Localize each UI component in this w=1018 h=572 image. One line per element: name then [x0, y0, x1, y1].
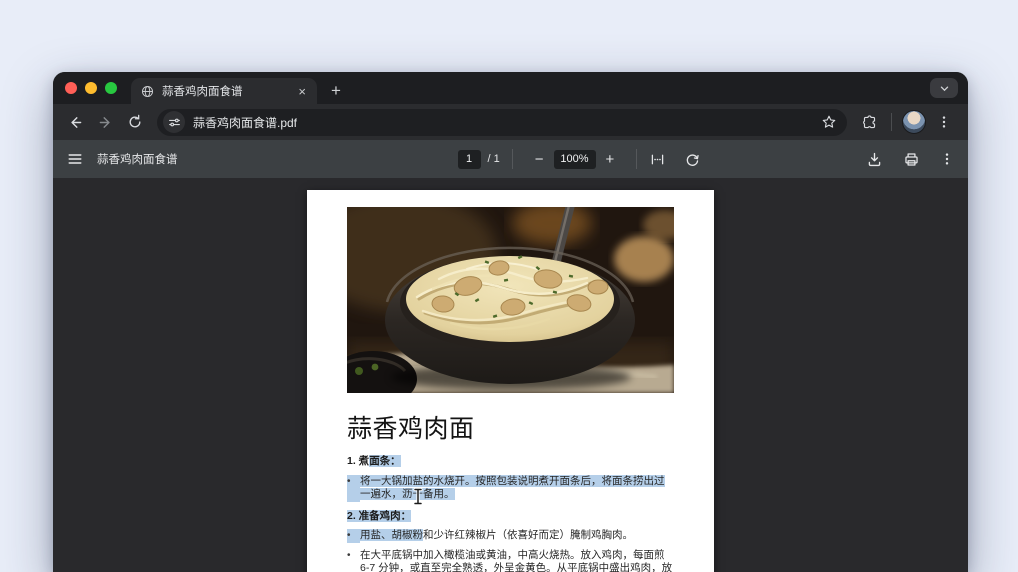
bullet-marker: •	[347, 475, 360, 502]
text-segment: 和少许红辣椒片（依喜好而定）腌制鸡胸肉。	[423, 529, 633, 541]
tab-strip: 蒜香鸡肉面食谱 × +	[53, 72, 968, 104]
kebab-menu-icon	[940, 152, 954, 166]
forward-arrow-icon	[97, 114, 114, 131]
window-controls	[53, 72, 131, 104]
reload-button[interactable]	[121, 108, 149, 136]
rotate-icon	[684, 151, 701, 168]
bullet-text: 在大平底锅中加入橄榄油或黄油，中高火烧热。放入鸡肉，每面煎 6-7 分钟，或直至…	[360, 549, 674, 572]
back-button[interactable]	[61, 108, 89, 136]
download-icon	[866, 151, 883, 168]
pdf-toolbar-divider	[636, 149, 637, 169]
profile-avatar	[902, 110, 926, 134]
puzzle-icon	[861, 114, 878, 131]
pdf-toolbar-divider	[512, 149, 513, 169]
print-icon	[903, 151, 920, 168]
tab-title: 蒜香鸡肉面食谱	[162, 83, 287, 99]
toolbar-divider	[891, 113, 892, 131]
maximize-window-button[interactable]	[105, 82, 117, 94]
site-settings-icon[interactable]	[163, 111, 185, 133]
pdf-more-button[interactable]	[940, 152, 954, 166]
fit-width-icon	[649, 151, 666, 168]
pdf-toolbar: 蒜香鸡肉面食谱 1 / 1 − 100% +	[53, 140, 968, 178]
pdf-toolbar-center: 1 / 1 − 100% +	[458, 140, 702, 178]
browser-window: 蒜香鸡肉面食谱 × +	[53, 72, 968, 572]
browser-menu-button[interactable]	[930, 108, 958, 136]
pdf-toolbar-right	[866, 151, 954, 168]
close-window-button[interactable]	[65, 82, 77, 94]
forward-button[interactable]	[91, 108, 119, 136]
bullet-text: 将一大锅加盐的水烧开。按照包装说明煮开面条后，将面条捞出过一遍水，沥干备用。	[360, 475, 674, 502]
pdf-page: 蒜香鸡肉面 1. 煮面条：•将一大锅加盐的水烧开。按照包装说明煮开面条后，将面条…	[307, 190, 714, 572]
zoom-level-input[interactable]: 100%	[554, 150, 596, 169]
hamburger-icon	[67, 151, 83, 167]
fit-width-button[interactable]	[649, 151, 666, 168]
bullet-marker: •	[347, 549, 360, 572]
recipe-photo	[347, 207, 674, 393]
address-bar[interactable]: 蒜香鸡肉面食谱.pdf	[157, 109, 847, 136]
bullet-text: 用盐、胡椒粉和少许红辣椒片（依喜好而定）腌制鸡胸肉。	[360, 529, 674, 543]
text-segment: 在大平底锅中加入橄榄油或黄油，中高火烧热。放入鸡肉，每面煎 6-7 分钟，或直至…	[360, 549, 672, 572]
chevron-down-icon	[939, 83, 950, 94]
document-blocks: 1. 煮面条：•将一大锅加盐的水烧开。按照包装说明煮开面条后，将面条捞出过一遍水…	[347, 455, 674, 572]
zoom-out-button[interactable]: −	[525, 152, 554, 167]
back-arrow-icon	[67, 114, 84, 131]
browser-toolbar: 蒜香鸡肉面食谱.pdf	[53, 104, 968, 140]
recipe-bullet-item: •在大平底锅中加入橄榄油或黄油，中高火烧热。放入鸡肉，每面煎 6-7 分钟，或直…	[347, 549, 674, 572]
desktop-background: 蒜香鸡肉面食谱 × +	[0, 0, 1018, 572]
tab-close-icon[interactable]: ×	[295, 83, 309, 100]
bookmark-star-icon[interactable]	[821, 114, 839, 130]
reload-icon	[127, 114, 143, 130]
pdf-menu-button[interactable]	[67, 151, 83, 167]
recipe-step-heading: 1. 煮面条：	[347, 455, 674, 469]
browser-tab[interactable]: 蒜香鸡肉面食谱 ×	[131, 78, 317, 104]
document-title: 蒜香鸡肉面	[347, 409, 674, 445]
page-number-input[interactable]: 1	[458, 150, 481, 169]
print-button[interactable]	[903, 151, 920, 168]
minimize-window-button[interactable]	[85, 82, 97, 94]
globe-favicon-icon	[141, 85, 154, 98]
recipe-step-heading: 2. 准备鸡肉：	[347, 510, 674, 524]
recipe-bullet-item: •将一大锅加盐的水烧开。按照包装说明煮开面条后，将面条捞出过一遍水，沥干备用。	[347, 475, 674, 502]
recipe-bullet-item: •用盐、胡椒粉和少许红辣椒片（依喜好而定）腌制鸡胸肉。	[347, 529, 674, 543]
kebab-menu-icon	[937, 115, 951, 129]
tab-search-button[interactable]	[930, 78, 958, 98]
pdf-viewport[interactable]: 蒜香鸡肉面 1. 煮面条：•将一大锅加盐的水烧开。按照包装说明煮开面条后，将面条…	[53, 178, 968, 572]
download-button[interactable]	[866, 151, 883, 168]
zoom-in-button[interactable]: +	[596, 152, 625, 167]
page-count-label: / 1	[488, 153, 500, 165]
text-segment: 1. 煮	[347, 455, 369, 467]
profile-button[interactable]	[900, 108, 928, 136]
selected-text: 面条：	[369, 455, 401, 467]
pdf-document-title: 蒜香鸡肉面食谱	[97, 151, 178, 167]
selected-text: 用盐、胡椒粉	[360, 529, 423, 541]
address-text: 蒜香鸡肉面食谱.pdf	[193, 114, 813, 131]
new-tab-button[interactable]: +	[317, 82, 341, 104]
extensions-button[interactable]	[855, 108, 883, 136]
bullet-marker: •	[347, 529, 360, 543]
selected-text: 将一大锅加盐的水烧开。按照包装说明煮开面条后，将面条捞出过一遍水，沥干备用。	[360, 475, 665, 501]
pdf-toolbar-left: 蒜香鸡肉面食谱	[67, 151, 178, 167]
selected-text: 2. 准备鸡肉：	[347, 510, 411, 522]
rotate-button[interactable]	[684, 151, 701, 168]
